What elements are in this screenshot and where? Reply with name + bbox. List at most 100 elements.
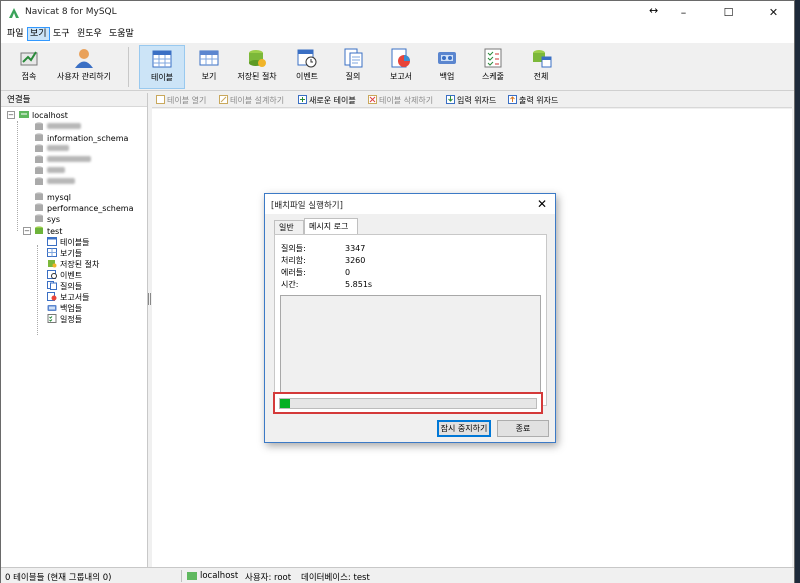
connections-pane: 연결들 − localhost information_schema mysql… xyxy=(1,93,148,567)
tree-item-information-schema[interactable]: information_schema xyxy=(34,133,128,144)
schedule-icon xyxy=(484,48,502,68)
events-button[interactable]: 이벤트 xyxy=(287,45,327,89)
dialog-title: [배치파일 실행하기] xyxy=(271,201,343,211)
menu-view[interactable]: 보기 xyxy=(27,27,50,41)
tree-item-test[interactable]: test xyxy=(34,226,62,237)
new-table-icon xyxy=(298,95,307,104)
query-icon xyxy=(344,48,363,68)
design-table-icon xyxy=(219,95,228,104)
message-log-box[interactable] xyxy=(280,295,541,395)
splitter-grip[interactable] xyxy=(148,293,151,305)
backup-icon xyxy=(47,305,57,311)
connect-button[interactable]: 접속 xyxy=(7,45,51,89)
obscured-label xyxy=(47,123,81,129)
design-table-button[interactable]: 테이블 설계하기 xyxy=(219,94,284,107)
export-wizard-button[interactable]: 출력 위자드 xyxy=(508,94,558,107)
tree-item-schedules[interactable]: 일정들 xyxy=(47,314,82,325)
event-icon xyxy=(47,270,57,279)
menu-bar: 파일 보기 도구 윈도우 도움말 xyxy=(1,25,794,43)
object-toolbar: 테이블 열기 테이블 설계하기 새로운 테이블 테이블 삭제하기 입력 위자드 … xyxy=(152,93,792,108)
delete-table-button[interactable]: 테이블 삭제하기 xyxy=(368,94,433,107)
close-window-button[interactable]: ✕ xyxy=(751,1,796,25)
message-log-panel: 질의들: 3347 처리함: 3260 에러들: 0 시간: 5.851s xyxy=(274,234,547,406)
tree-item-views[interactable]: 보기들 xyxy=(47,248,82,259)
end-button[interactable]: 종료 xyxy=(497,420,549,437)
all-icon xyxy=(533,50,552,68)
user-manager-button[interactable]: 사용자 관리하기 xyxy=(51,45,117,89)
toolbar-separator xyxy=(128,47,129,87)
status-database: 데이터베이스: test xyxy=(301,573,370,583)
database-icon xyxy=(35,166,43,174)
view-icon xyxy=(199,50,219,66)
status-table-count: 0 테이블들 (현재 그룹내의 0) xyxy=(5,573,112,583)
procedures-button[interactable]: 저장된 절차 xyxy=(231,45,283,89)
tree-item-localhost[interactable]: localhost xyxy=(19,110,68,121)
tree-item-reports[interactable]: 보고서들 xyxy=(47,292,89,303)
tree-item-db-hidden[interactable] xyxy=(34,177,75,188)
menu-tools[interactable]: 도구 xyxy=(51,27,72,41)
menu-file[interactable]: 파일 xyxy=(5,27,26,41)
menu-help[interactable]: 도움말 xyxy=(107,27,136,41)
minimize-button[interactable]: – xyxy=(661,1,706,25)
tree-item-queries[interactable]: 질의들 xyxy=(47,281,82,292)
report-icon xyxy=(391,48,410,68)
open-table-icon xyxy=(156,95,165,104)
tree-item-performance-schema[interactable]: performance_schema xyxy=(34,203,134,214)
tree-item-backups[interactable]: 백업들 xyxy=(47,303,82,314)
desktop-background xyxy=(795,0,800,583)
dialog-close-icon[interactable]: ✕ xyxy=(537,197,547,211)
backup-button[interactable]: 백업 xyxy=(427,45,467,89)
obscured-label xyxy=(47,178,75,184)
user-manager-icon xyxy=(75,49,93,68)
query-icon xyxy=(47,281,57,290)
obscured-label xyxy=(47,145,69,151)
import-wizard-button[interactable]: 입력 위자드 xyxy=(446,94,496,107)
all-objects-button[interactable]: 전체 xyxy=(521,45,561,89)
menu-window[interactable]: 윈도우 xyxy=(75,27,104,41)
tree-item-tables[interactable]: 테이블들 xyxy=(47,237,89,248)
status-bar: 0 테이블들 (현재 그룹내의 0) localhost 사용자: root 데… xyxy=(1,567,794,583)
navicat-window: Navicat 8 for MySQL ↔ – ☐ ✕ 파일 보기 도구 윈도우… xyxy=(0,0,795,583)
batch-execute-dialog: [배치파일 실행하기] ✕ 일반 메시지 로그 질의들: 3347 처리함: 326… xyxy=(264,193,556,443)
database-icon xyxy=(35,203,43,211)
queries-button[interactable]: 질의 xyxy=(333,45,373,89)
tree-item-mysql[interactable]: mysql xyxy=(34,192,71,203)
progress-bar xyxy=(279,398,537,409)
main-toolbar: 접속 사용자 관리하기 테이블 보기 저장된 절차 이벤트 질의 보고서 백업 … xyxy=(1,43,794,91)
tree-item-events[interactable]: 이벤트 xyxy=(47,270,82,281)
navicat-app-icon xyxy=(9,8,19,18)
tree-item-db-hidden[interactable] xyxy=(34,122,81,133)
tables-button[interactable]: 테이블 xyxy=(139,45,185,89)
tree-item-db-hidden[interactable] xyxy=(34,144,69,155)
maximize-button[interactable]: ☐ xyxy=(706,1,751,25)
database-icon xyxy=(35,144,43,152)
window-title: Navicat 8 for MySQL xyxy=(25,7,117,17)
resize-cursor-icon: ↔ xyxy=(649,4,659,17)
connect-icon xyxy=(20,51,38,66)
tree-item-db-hidden[interactable] xyxy=(34,155,91,166)
schedule-button[interactable]: 스케줄 xyxy=(473,45,513,89)
reports-button[interactable]: 보고서 xyxy=(381,45,421,89)
tree-guide-line xyxy=(17,121,18,231)
backup-icon xyxy=(438,52,456,64)
database-icon xyxy=(35,122,43,130)
progress-highlight xyxy=(273,392,543,414)
report-icon xyxy=(47,292,57,301)
open-table-button[interactable]: 테이블 열기 xyxy=(156,94,206,107)
new-table-button[interactable]: 새로운 테이블 xyxy=(298,94,356,107)
tree-item-sys[interactable]: sys xyxy=(34,214,60,225)
table-icon xyxy=(152,50,172,68)
views-button[interactable]: 보기 xyxy=(189,45,229,89)
tab-message-log[interactable]: 메시지 로그 xyxy=(304,218,358,234)
database-icon xyxy=(35,155,43,163)
tab-general[interactable]: 일반 xyxy=(274,220,304,234)
database-icon xyxy=(35,192,43,200)
collapse-localhost-toggle[interactable]: − xyxy=(7,111,15,119)
collapse-test-toggle[interactable]: − xyxy=(23,227,31,235)
tree-item-db-hidden[interactable] xyxy=(34,166,65,177)
tree-item-procedures[interactable]: 저장된 절차 xyxy=(47,259,99,270)
database-icon xyxy=(35,214,43,222)
pause-button[interactable]: 잠시 중지하기 xyxy=(437,420,491,437)
procedure-icon xyxy=(48,260,57,268)
tree-guide-line xyxy=(37,245,38,335)
